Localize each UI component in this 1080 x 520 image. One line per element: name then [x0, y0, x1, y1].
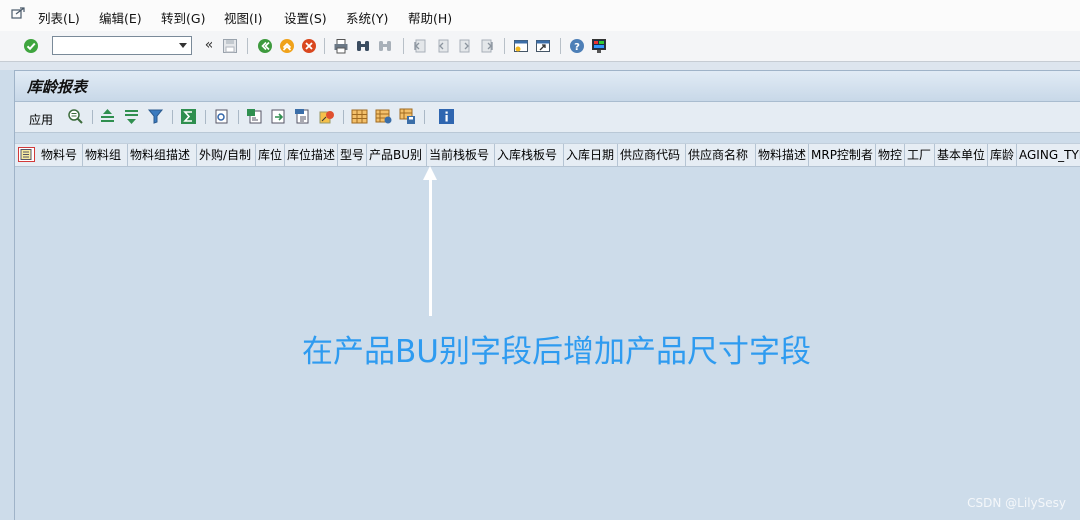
- menu-view[interactable]: 视图(I): [224, 8, 262, 27]
- column-header[interactable]: 产品BU别: [367, 144, 427, 166]
- shortcut-icon[interactable]: [534, 37, 552, 55]
- menu-help[interactable]: 帮助(H): [408, 8, 452, 27]
- toolbar-separator: [424, 110, 425, 124]
- spreadsheet-export-icon[interactable]: [246, 108, 263, 125]
- menu-goto[interactable]: 转到(G): [161, 8, 205, 27]
- column-header[interactable]: 库龄: [988, 144, 1017, 166]
- help-icon[interactable]: ?: [568, 37, 586, 55]
- cancel-icon[interactable]: [300, 37, 318, 55]
- details-icon[interactable]: [67, 108, 84, 125]
- menu-edit[interactable]: 编辑(E): [99, 8, 142, 27]
- column-header[interactable]: 供应商名称: [686, 144, 756, 166]
- save-icon[interactable]: [221, 37, 239, 55]
- toolbar-separator: [560, 38, 561, 54]
- dropdown-arrow-icon[interactable]: [179, 43, 187, 48]
- toolbar-separator: [403, 38, 404, 54]
- watermark: CSDN @LilySesy: [967, 496, 1066, 510]
- menu-settings[interactable]: 设置(S): [284, 8, 327, 27]
- first-page-icon[interactable]: [411, 37, 429, 55]
- annotation-text: 在产品BU别字段后增加产品尺寸字段: [302, 334, 811, 370]
- find-icon[interactable]: [354, 37, 372, 55]
- sort-descending-icon[interactable]: [123, 108, 140, 125]
- toolbar-separator: [172, 110, 173, 124]
- column-header[interactable]: 基本单位: [935, 144, 988, 166]
- column-header[interactable]: 入库日期: [564, 144, 618, 166]
- last-page-icon[interactable]: [478, 37, 496, 55]
- column-header[interactable]: 物料号: [39, 144, 83, 166]
- find-next-icon[interactable]: [376, 37, 394, 55]
- filter-icon[interactable]: [147, 108, 164, 125]
- toolbar-separator: [205, 110, 206, 124]
- sort-ascending-icon[interactable]: [99, 108, 116, 125]
- customize-layout-icon[interactable]: [590, 37, 608, 55]
- column-header[interactable]: 库位描述: [285, 144, 338, 166]
- column-header[interactable]: 物料描述: [756, 144, 809, 166]
- command-field[interactable]: [52, 36, 192, 55]
- toolbar-separator: [247, 38, 248, 54]
- enter-check-icon[interactable]: [22, 37, 40, 55]
- application-toolbar: 应用: [15, 102, 1080, 133]
- column-header[interactable]: MRP控制者: [809, 144, 876, 166]
- change-layout-icon[interactable]: [351, 108, 368, 125]
- column-header[interactable]: 物料组: [83, 144, 128, 166]
- print-preview-icon[interactable]: [213, 108, 230, 125]
- column-header[interactable]: 当前栈板号: [427, 144, 495, 166]
- column-header[interactable]: 入库栈板号: [495, 144, 564, 166]
- word-processing-icon[interactable]: [294, 108, 311, 125]
- toolbar-separator: [343, 110, 344, 124]
- column-header[interactable]: 外购/自制: [197, 144, 256, 166]
- column-header[interactable]: 工厂: [905, 144, 935, 166]
- previous-page-icon[interactable]: [434, 37, 452, 55]
- menu-system[interactable]: 系统(Y): [346, 8, 388, 27]
- column-header-row: 物料号 物料组 物料组描述 外购/自制 库位 库位描述 型号 产品BU别 当前栈…: [15, 143, 1080, 167]
- print-icon[interactable]: [332, 37, 350, 55]
- report-screen: 库龄报表 应用 物料号 物料组 物料组描述 外购/自制 库位 库位描述 型号 产…: [14, 70, 1080, 520]
- toolbar-separator: [238, 110, 239, 124]
- toolbar-separator: [324, 38, 325, 54]
- annotation-arrow: [429, 178, 432, 316]
- export-file-icon[interactable]: [270, 108, 287, 125]
- column-header[interactable]: 型号: [338, 144, 367, 166]
- standard-toolbar: « ?: [0, 31, 1080, 62]
- menu-bar: 列表(L) 编辑(E) 转到(G) 视图(I) 设置(S) 系统(Y) 帮助(H…: [0, 0, 1080, 32]
- apply-button[interactable]: 应用: [29, 111, 53, 128]
- total-sum-icon[interactable]: [180, 108, 197, 125]
- page-title: 库龄报表: [27, 78, 88, 96]
- collapse-arrows-icon[interactable]: «: [200, 36, 218, 54]
- toolbar-separator: [504, 38, 505, 54]
- title-bar: 库龄报表: [15, 71, 1080, 102]
- column-header[interactable]: 供应商代码: [618, 144, 686, 166]
- column-header[interactable]: 物料组描述: [128, 144, 197, 166]
- abc-analysis-icon[interactable]: [318, 108, 335, 125]
- toolbar-gap: [0, 62, 1080, 70]
- choose-layout-icon[interactable]: [375, 108, 392, 125]
- create-session-icon[interactable]: [512, 37, 530, 55]
- information-icon[interactable]: [438, 108, 455, 125]
- exit-icon[interactable]: [278, 37, 296, 55]
- column-header[interactable]: 库位: [256, 144, 285, 166]
- back-icon[interactable]: [256, 37, 274, 55]
- column-header[interactable]: 物控: [876, 144, 905, 166]
- toolbar-separator: [92, 110, 93, 124]
- svg-text:?: ?: [574, 42, 580, 53]
- menu-list[interactable]: 列表(L): [38, 8, 80, 27]
- layout-select-icon[interactable]: [18, 147, 35, 162]
- exit-menu-icon[interactable]: [11, 7, 25, 19]
- save-layout-icon[interactable]: [399, 108, 416, 125]
- next-page-icon[interactable]: [456, 37, 474, 55]
- column-header[interactable]: AGING_TYPE: [1017, 144, 1080, 166]
